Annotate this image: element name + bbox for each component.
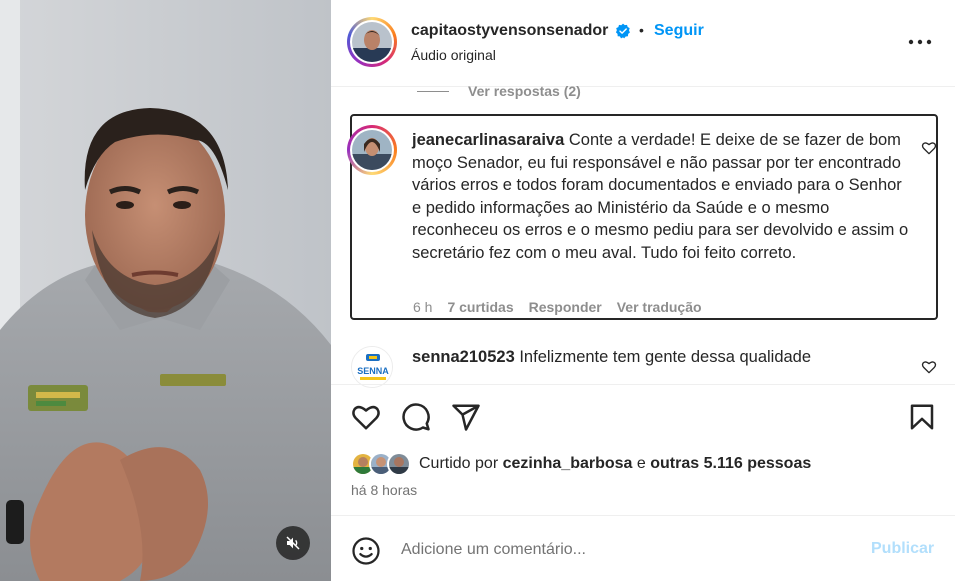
view-replies-label: Ver respostas (2) <box>468 83 581 99</box>
comment-username-2[interactable]: senna210523 <box>412 348 515 366</box>
comment-username[interactable]: jeanecarlinasaraiva <box>412 131 564 149</box>
comment-input[interactable] <box>401 538 861 562</box>
commenter-avatar[interactable] <box>347 125 397 175</box>
muted-speaker-icon <box>286 536 300 550</box>
comment-likes-count[interactable]: 7 curtidas <box>447 299 513 315</box>
liker-avatar-3-image <box>389 454 409 474</box>
liker-avatar-3[interactable] <box>387 452 411 476</box>
liked-by-others[interactable]: outras 5.116 pessoas <box>650 455 811 472</box>
reply-button[interactable]: Responder <box>529 299 602 315</box>
more-options-icon[interactable] <box>905 30 935 54</box>
see-translation-button[interactable]: Ver tradução <box>617 299 702 315</box>
senna-logo-text: SENNA <box>357 366 389 376</box>
view-replies-button[interactable]: Ver respostas (2) <box>417 83 581 99</box>
liked-by-row: Curtido por cezinha_barbosa e outras 5.1… <box>351 450 811 478</box>
post-timestamp[interactable]: há 8 horas <box>351 482 417 498</box>
bookmark-icon[interactable] <box>907 402 937 432</box>
heart-icon[interactable] <box>351 402 381 432</box>
commenter-avatar-image <box>352 130 392 170</box>
follow-button[interactable]: Seguir <box>654 22 704 40</box>
commenter-avatar-senna[interactable]: SENNA <box>351 346 393 388</box>
video-frame <box>0 0 331 581</box>
video-player[interactable] <box>0 0 331 581</box>
mute-toggle-button[interactable] <box>276 526 310 560</box>
author-username[interactable]: capitaostyvensonsenador <box>411 22 608 40</box>
post-header: capitaostyvensonsenador • Seguir Áudio o… <box>331 0 955 86</box>
senna-logo-image: SENNA <box>352 347 392 387</box>
action-bar <box>331 398 955 438</box>
publish-button[interactable]: Publicar <box>871 540 934 558</box>
liked-by-text: Curtido por cezinha_barbosa e outras 5.1… <box>419 455 811 473</box>
liked-by-connector: e <box>636 455 646 472</box>
header-separator: • <box>639 22 644 38</box>
comment-like-icon[interactable] <box>921 140 937 156</box>
share-icon[interactable] <box>451 402 481 432</box>
comment-meta: 6 h 7 curtidas Responder Ver tradução <box>413 299 702 315</box>
author-avatar[interactable] <box>347 17 397 67</box>
liked-by-user[interactable]: cezinha_barbosa <box>503 455 633 472</box>
comments-divider <box>331 384 955 385</box>
comment-icon[interactable] <box>401 402 431 432</box>
author-avatar-image <box>352 22 392 62</box>
comment-time[interactable]: 6 h <box>413 299 432 315</box>
comment-text-2: Infelizmente tem gente dessa qualidade <box>519 348 812 366</box>
replies-line <box>417 90 449 92</box>
liked-by-prefix: Curtido por <box>419 455 499 472</box>
verified-badge-icon <box>615 23 630 39</box>
post-details-panel: capitaostyvensonsenador • Seguir Áudio o… <box>331 0 955 581</box>
comment-like-icon-2[interactable] <box>921 359 937 375</box>
emoji-icon[interactable] <box>351 536 381 566</box>
comment-text: Conte a verdade! E deixe de se fazer de … <box>412 131 909 262</box>
comment-body-2: senna210523 Infelizmente tem gente dessa… <box>412 348 811 367</box>
comment-body: jeanecarlinasaraiva Conte a verdade! E d… <box>412 129 912 265</box>
add-comment-bar: Publicar <box>331 515 955 581</box>
audio-label[interactable]: Áudio original <box>411 47 496 63</box>
